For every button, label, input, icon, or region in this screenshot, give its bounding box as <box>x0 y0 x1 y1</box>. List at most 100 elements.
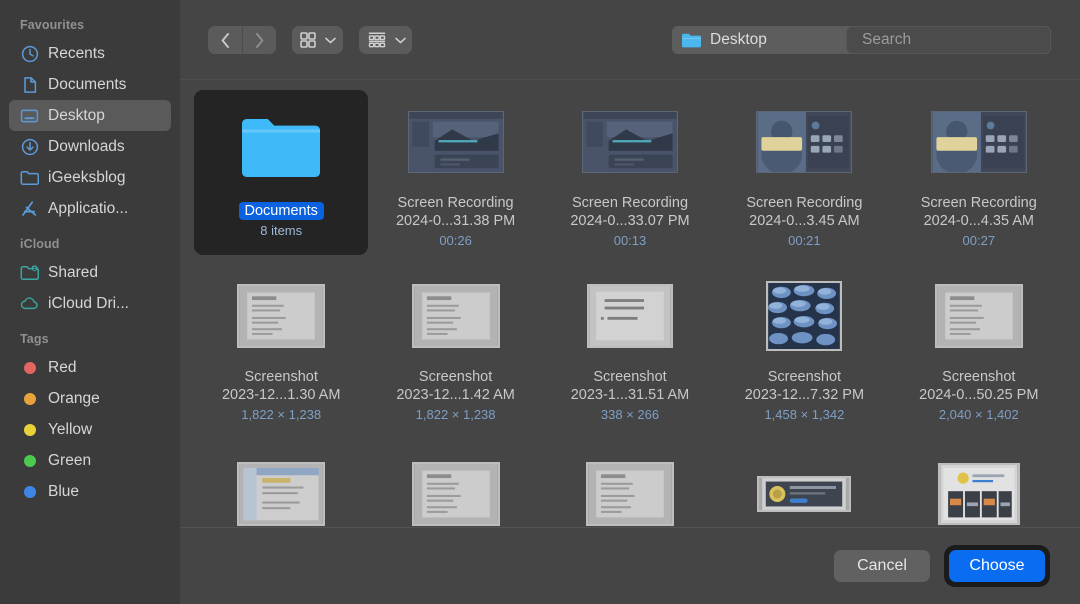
sidebar-item-label: Red <box>48 358 77 376</box>
sidebar-item-orange[interactable]: Orange <box>9 383 171 414</box>
tag-dot-icon <box>20 389 39 408</box>
sidebar-item-yellow[interactable]: Yellow <box>9 414 171 445</box>
sidebar-item-red[interactable]: Red <box>9 352 171 383</box>
file-item[interactable]: Screenshot 2023-12...1.30 AM 1,822 × 1,238 <box>194 264 368 429</box>
file-item[interactable]: Screenshot 2024-0...50.25 PM 2,040 × 1,402 <box>892 264 1066 429</box>
file-item[interactable] <box>543 438 717 527</box>
file-meta: 00:21 <box>788 233 821 248</box>
search-field[interactable] <box>846 26 1062 54</box>
file-name: Screen Recording <box>746 195 863 211</box>
file-name-line2: 2024-0...33.07 PM <box>570 213 690 229</box>
file-name: Screenshot <box>767 369 842 385</box>
sidebar-section-header: Favourites <box>20 18 85 32</box>
file-name: Documents <box>238 202 324 220</box>
sidebar-section-gap <box>0 224 180 237</box>
tag-dot-icon <box>20 358 39 377</box>
sidebar-item-downloads[interactable]: Downloads <box>9 131 171 162</box>
file-picker-dialog: Favourites Recents Documents Desktop Downloa… <box>0 0 1080 604</box>
sidebar-item-green[interactable]: Green <box>9 445 171 476</box>
forward-button[interactable] <box>242 26 276 54</box>
group-by-button[interactable] <box>359 26 412 54</box>
file-item[interactable] <box>194 438 368 527</box>
file-thumbnail <box>547 272 713 360</box>
file-name-line2: 2023-1...31.51 AM <box>570 387 690 403</box>
sidebar-item-shared[interactable]: Shared <box>9 257 171 288</box>
view-mode-button[interactable] <box>292 26 343 54</box>
file-item[interactable]: Screen Recording 2024-0...3.45 AM 00:21 <box>717 90 891 255</box>
file-name-line2: 2024-0...4.35 AM <box>923 213 1034 229</box>
sidebar-item-blue[interactable]: Blue <box>9 476 171 507</box>
sidebar-section-gap <box>0 319 180 332</box>
file-name: Screen Recording <box>397 195 514 211</box>
sidebar-item-recents[interactable]: Recents <box>9 38 171 69</box>
screenshot-thumbnail <box>411 462 500 526</box>
group-by-icon <box>368 32 386 48</box>
file-item[interactable]: Screenshot 2023-12...7.32 PM 1,458 × 1,342 <box>717 264 891 429</box>
screen-recording-thumbnail <box>407 111 504 173</box>
file-name: Screenshot <box>418 369 493 385</box>
file-item[interactable]: Screen Recording 2024-0...4.35 AM 00:27 <box>892 90 1066 255</box>
screen-recording-thumbnail <box>756 111 853 173</box>
sidebar-item-label: Orange <box>48 389 100 407</box>
sidebar-item-label: Applicatio... <box>48 199 129 217</box>
desktop-icon <box>20 106 39 125</box>
screenshot-thumbnail <box>411 284 500 348</box>
sidebar-item-applicatio[interactable]: Applicatio... <box>9 193 171 224</box>
sidebar-item-desktop[interactable]: Desktop <box>9 100 171 131</box>
cloud-icon <box>20 294 39 313</box>
sidebar-section-header: iCloud <box>20 237 60 251</box>
sidebar-item-documents[interactable]: Documents <box>9 69 171 100</box>
file-meta: 338 × 266 <box>600 407 660 422</box>
file-meta: 1,822 × 1,238 <box>415 407 496 422</box>
screen-recording-thumbnail <box>930 111 1027 173</box>
app-store-screenshot-thumbnail <box>937 463 1020 525</box>
file-thumbnail <box>547 98 713 186</box>
search-input[interactable] <box>862 31 1062 49</box>
sidebar-item-label: Desktop <box>48 106 105 124</box>
file-name-line2: 2023-12...7.32 PM <box>744 387 865 403</box>
shared-folder-icon <box>20 263 39 282</box>
file-item[interactable] <box>892 438 1066 527</box>
file-name: Screenshot <box>244 369 318 385</box>
file-name-line2: 2023-12...1.30 AM <box>221 387 341 403</box>
file-item[interactable] <box>717 438 891 527</box>
sidebar-item-label: Yellow <box>48 420 93 438</box>
clock-icon <box>20 44 39 63</box>
file-name-line2: 2024-0...3.45 AM <box>749 213 860 229</box>
applications-icon <box>20 199 39 218</box>
chevron-down-icon <box>395 37 406 43</box>
file-name-line2: 2024-0...31.38 PM <box>395 213 516 229</box>
file-item[interactable]: Documents 8 items <box>194 90 369 255</box>
file-grid-container[interactable]: Documents 8 items Screen Recording 2024-0.… <box>180 80 1080 527</box>
file-thumbnail <box>372 272 538 360</box>
file-meta: 00:26 <box>439 233 472 248</box>
file-thumbnail <box>198 98 364 194</box>
file-name: Screenshot <box>593 369 667 385</box>
file-item[interactable]: Screenshot 2023-1...31.51 AM 338 × 266 <box>543 264 717 429</box>
file-item[interactable]: Screen Recording 2024-0...31.38 PM 00:26 <box>368 90 542 255</box>
sidebar-item-igeeksblog[interactable]: iGeeksblog <box>9 162 171 193</box>
file-item[interactable]: Screenshot 2023-12...1.42 AM 1,822 × 1,238 <box>368 264 542 429</box>
file-meta: 8 items <box>260 223 303 238</box>
cancel-button[interactable]: Cancel <box>834 549 930 582</box>
screenshot-thumbnail <box>934 284 1023 348</box>
choose-button[interactable]: Choose <box>949 549 1045 582</box>
sidebar-item-icloud-dri[interactable]: iCloud Dri... <box>9 288 171 319</box>
file-item[interactable] <box>368 438 542 527</box>
back-button[interactable] <box>208 26 242 54</box>
chevron-right-icon <box>256 32 264 48</box>
file-item[interactable]: Screen Recording 2024-0...33.07 PM 00:13 <box>543 90 717 255</box>
file-thumbnail <box>896 272 1062 360</box>
sidebar-item-label: Documents <box>48 75 127 93</box>
download-icon <box>20 137 39 156</box>
sidebar-item-label: Blue <box>48 482 80 500</box>
file-thumbnail <box>721 98 887 186</box>
notification-screenshot-thumbnail <box>757 476 852 512</box>
icon-view-icon <box>300 32 316 48</box>
file-thumbnail <box>372 98 538 186</box>
file-meta: 2,040 × 1,402 <box>938 407 1019 422</box>
screenshot-thumbnail <box>237 284 326 348</box>
file-meta: 00:27 <box>962 233 996 248</box>
document-icon <box>20 75 39 94</box>
sidebar: Favourites Recents Documents Desktop Downloa… <box>0 0 180 604</box>
